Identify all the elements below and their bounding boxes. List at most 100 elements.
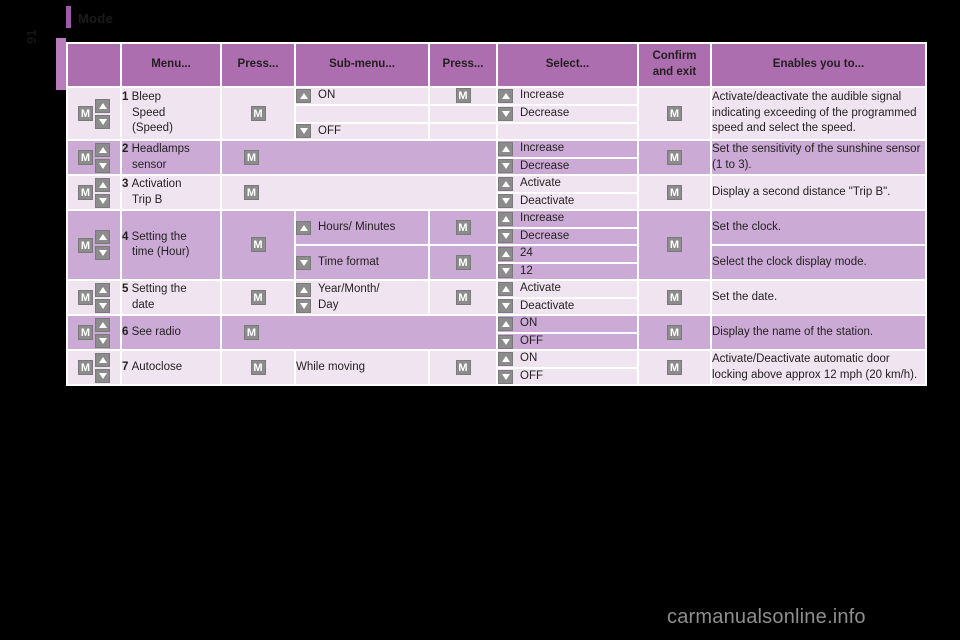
table-header-row: Menu... Press... Sub-menu... Press... Se… xyxy=(68,44,925,86)
row-3-select-activate: Activate xyxy=(498,176,637,192)
arrow-stack xyxy=(95,230,110,261)
row-4-submenu-hours: Hours/ Minutes xyxy=(296,211,428,245)
row-3-description: Display a second distance "Trip B". xyxy=(712,176,925,210)
m-button-icon[interactable]: M xyxy=(78,325,93,341)
up-arrow-icon[interactable] xyxy=(95,352,110,367)
up-arrow-icon[interactable] xyxy=(95,177,110,192)
up-arrow-icon[interactable] xyxy=(498,246,513,261)
th-menu: Menu... xyxy=(122,44,220,86)
m-button-icon[interactable]: M xyxy=(78,290,93,306)
up-arrow-icon[interactable] xyxy=(95,98,110,113)
m-button-icon[interactable]: M xyxy=(667,184,682,200)
arrow-stack xyxy=(95,282,110,313)
down-arrow-icon[interactable] xyxy=(498,369,513,384)
row-3-select-deactivate-label: Deactivate xyxy=(520,194,575,207)
m-button-icon[interactable]: M xyxy=(78,360,93,376)
up-arrow-icon[interactable] xyxy=(296,282,311,297)
option-row: Decrease xyxy=(498,229,637,245)
row-4-select-12-label: 12 xyxy=(520,264,533,277)
down-arrow-icon[interactable] xyxy=(296,298,311,313)
down-arrow-icon[interactable] xyxy=(498,194,513,209)
m-button-icon[interactable]: M xyxy=(455,289,471,305)
down-arrow-icon[interactable] xyxy=(296,255,311,270)
m-button-icon[interactable]: M xyxy=(667,289,682,305)
down-arrow-icon[interactable] xyxy=(498,106,513,121)
row-4-select-decrease: Decrease xyxy=(498,228,637,245)
row-5-confirm: M xyxy=(639,281,710,315)
m-button-icon[interactable]: M xyxy=(250,105,266,121)
up-arrow-icon[interactable] xyxy=(95,317,110,332)
m-button-icon[interactable]: M xyxy=(78,237,93,253)
down-arrow-icon[interactable] xyxy=(498,264,513,279)
up-arrow-icon[interactable] xyxy=(498,89,513,104)
row-1-menu-line2: Speed xyxy=(132,106,166,119)
up-arrow-icon[interactable] xyxy=(498,281,513,296)
m-button-icon[interactable]: M xyxy=(250,289,266,305)
option-row: Decrease xyxy=(498,106,637,122)
row-6-press-1: M xyxy=(222,316,496,350)
m-button-icon[interactable]: M xyxy=(250,237,266,253)
down-arrow-icon[interactable] xyxy=(296,124,311,139)
row-5-menu-line2: date xyxy=(132,298,155,311)
up-arrow-icon[interactable] xyxy=(498,141,513,156)
down-arrow-icon[interactable] xyxy=(95,368,110,383)
up-arrow-icon[interactable] xyxy=(296,89,311,104)
down-arrow-icon[interactable] xyxy=(95,158,110,173)
row-2-select-increase-label: Increase xyxy=(520,142,565,155)
row-4-menu-line2: time (Hour) xyxy=(132,246,190,259)
m-button-icon[interactable]: M xyxy=(244,149,259,165)
row-3-number: 3 xyxy=(122,178,129,191)
row-1-press-2-blank-2 xyxy=(430,123,496,140)
row-3-menu-label: 3 Activation Trip B xyxy=(122,176,220,210)
table-row: M 1 Bleep Speed (Speed) M ON M Increase … xyxy=(68,88,925,140)
m-button-icon[interactable]: M xyxy=(78,185,93,201)
m-button-icon[interactable]: M xyxy=(250,359,266,375)
down-arrow-icon[interactable] xyxy=(498,159,513,174)
row-1-submenu-off-label: OFF xyxy=(318,124,341,137)
m-button-icon[interactable]: M xyxy=(667,105,682,121)
row-1-menu-label: 1 Bleep Speed (Speed) xyxy=(122,88,220,140)
nav-pair: M xyxy=(78,177,110,208)
row-4-nav-buttons: M xyxy=(68,211,120,280)
up-arrow-icon[interactable] xyxy=(95,142,110,157)
m-button-icon[interactable]: M xyxy=(244,324,259,340)
row-6-nav-buttons: M xyxy=(68,316,120,350)
m-button-icon[interactable]: M xyxy=(667,149,682,165)
m-button-icon[interactable]: M xyxy=(667,359,682,375)
m-button-icon[interactable]: M xyxy=(455,219,471,235)
down-arrow-icon[interactable] xyxy=(95,246,110,261)
up-arrow-icon[interactable] xyxy=(498,176,513,191)
row-4-menu-line1: Setting the xyxy=(131,230,187,243)
m-button-icon[interactable]: M xyxy=(455,254,471,270)
m-button-icon[interactable]: M xyxy=(455,359,471,375)
up-arrow-icon[interactable] xyxy=(498,352,513,367)
row-6-number: 6 xyxy=(122,325,129,338)
down-arrow-icon[interactable] xyxy=(95,193,110,208)
down-arrow-icon[interactable] xyxy=(95,298,110,313)
down-arrow-icon[interactable] xyxy=(498,229,513,244)
m-button-icon[interactable]: M xyxy=(455,88,471,103)
down-arrow-icon[interactable] xyxy=(498,299,513,314)
up-arrow-icon[interactable] xyxy=(498,316,513,331)
arrow-stack xyxy=(95,142,110,173)
row-5-select-activate: Activate xyxy=(498,281,637,297)
down-arrow-icon[interactable] xyxy=(95,114,110,129)
down-arrow-icon[interactable] xyxy=(498,334,513,349)
down-arrow-icon[interactable] xyxy=(95,333,110,348)
m-button-icon[interactable]: M xyxy=(78,106,93,122)
up-arrow-icon[interactable] xyxy=(95,282,110,297)
th-press-1: Press... xyxy=(222,44,294,86)
nav-pair: M xyxy=(78,230,110,261)
m-button-icon[interactable]: M xyxy=(667,324,682,340)
row-6-menu-label: 6 See radio xyxy=(122,316,220,350)
th-enables: Enables you to... xyxy=(712,44,925,86)
m-button-icon[interactable]: M xyxy=(667,237,682,253)
row-2-menu-line1: Headlamps xyxy=(131,143,190,156)
up-arrow-icon[interactable] xyxy=(498,211,513,226)
m-button-icon[interactable]: M xyxy=(78,150,93,166)
up-arrow-icon[interactable] xyxy=(296,220,311,235)
m-button-icon[interactable]: M xyxy=(244,184,259,200)
th-select: Select... xyxy=(498,44,637,86)
up-arrow-icon[interactable] xyxy=(95,230,110,245)
nav-pair: M xyxy=(78,282,110,313)
